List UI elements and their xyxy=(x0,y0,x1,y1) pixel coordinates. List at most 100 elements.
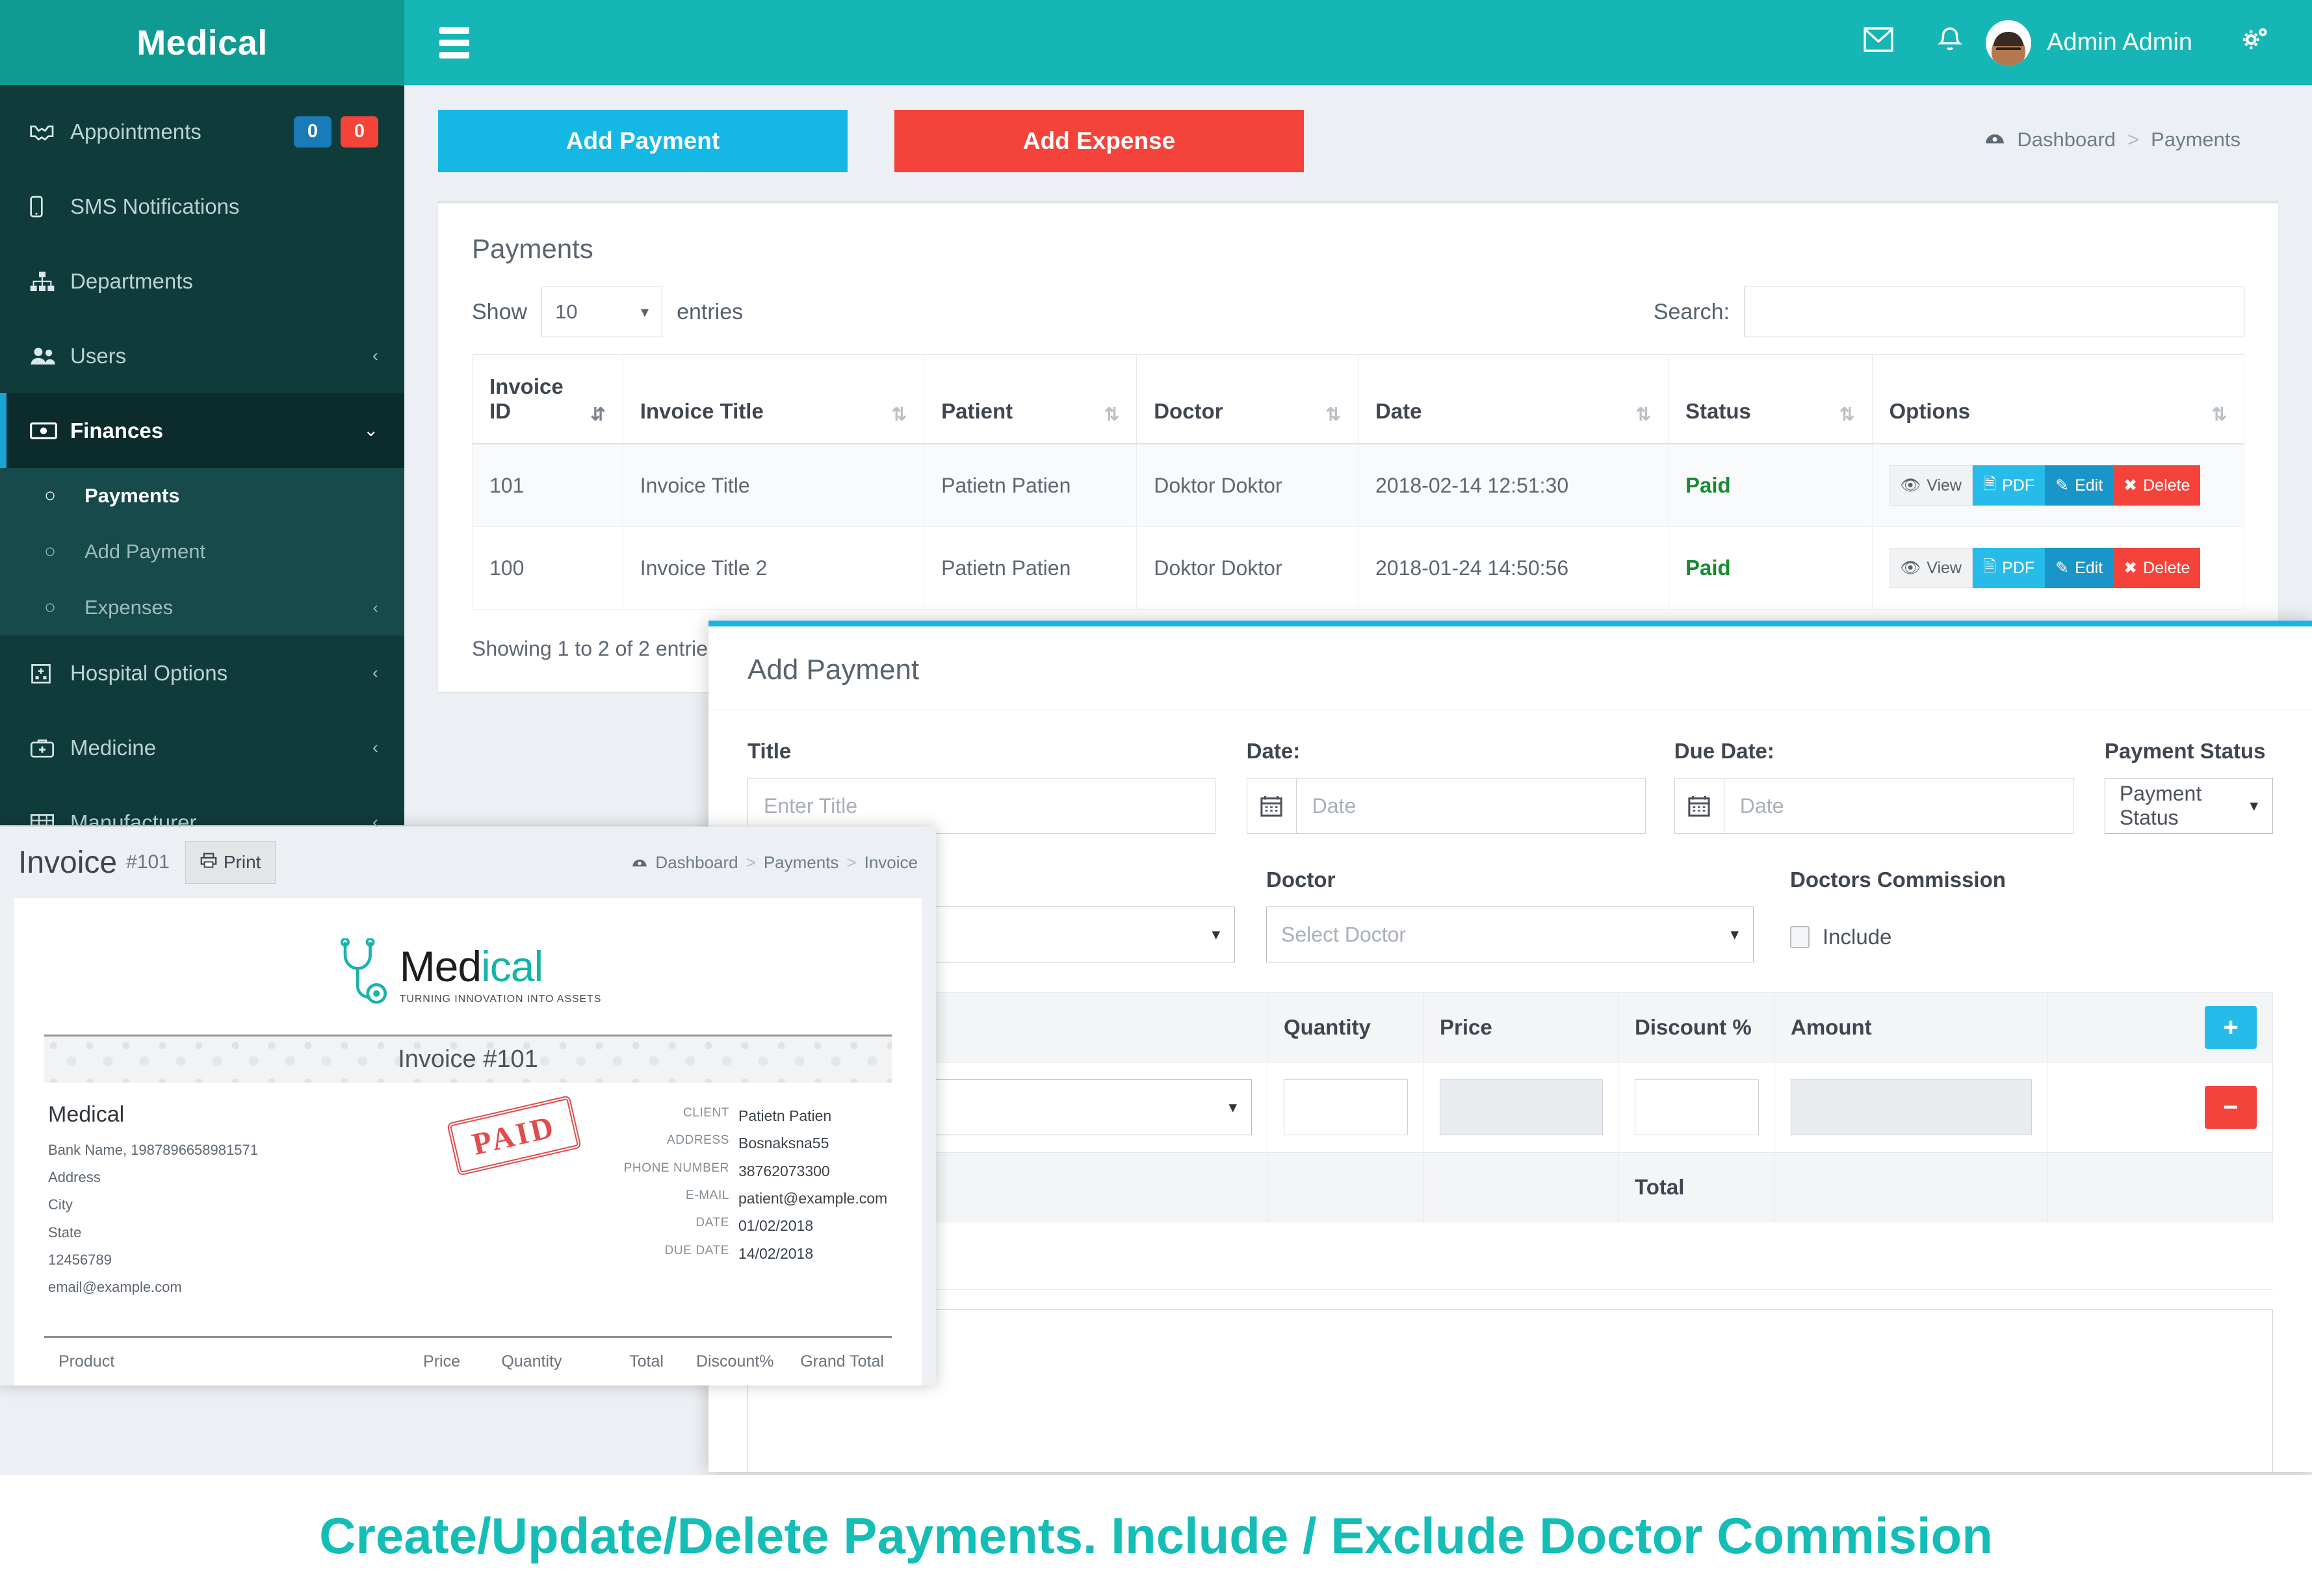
col-invoice-title[interactable]: Invoice Title ⇅ xyxy=(623,355,924,444)
brand-title: Medical xyxy=(136,23,268,63)
status-badge: Paid xyxy=(1685,473,1731,497)
search-input[interactable] xyxy=(1744,287,2244,337)
sidebar-item-hospital-options[interactable]: Hospital Options ‹ xyxy=(0,636,404,710)
detail-row: ADDRESSBosnaksna55 xyxy=(603,1129,888,1157)
logo-text-main: Med xyxy=(400,942,481,990)
users-icon xyxy=(30,346,70,366)
items-footer-row: Total xyxy=(748,1153,2272,1222)
sidebar-subitem-label: Expenses xyxy=(84,596,373,619)
hamburger-icon[interactable] xyxy=(439,27,469,58)
edit-button[interactable]: ✎Edit xyxy=(2045,548,2113,588)
sidebar-item-expenses[interactable]: ○ Expenses ‹ xyxy=(0,580,404,636)
sidebar-item-finances[interactable]: Finances ⌄ xyxy=(0,393,404,468)
file-pdf-icon: 🗎 xyxy=(1983,554,1996,582)
due-date-input[interactable]: Date xyxy=(1724,778,2073,834)
col-doctor[interactable]: Doctor ⇅ xyxy=(1137,355,1358,444)
delete-button[interactable]: ✖Delete xyxy=(2113,465,2200,506)
invoice-parties: Medical Bank Name, 1987896658981571 Addr… xyxy=(44,1083,892,1301)
pdf-label: PDF xyxy=(2002,476,2034,495)
invoice-table-header-row: Product Price Quantity Total Discount% G… xyxy=(44,1337,892,1385)
view-button[interactable]: 👁View xyxy=(1890,465,1973,506)
cell-doctor: Doktor Doktor xyxy=(1137,527,1358,610)
detail-key: PHONE NUMBER xyxy=(606,1157,729,1185)
chevron-left-icon: ‹ xyxy=(373,598,378,617)
edit-button[interactable]: ✎Edit xyxy=(2045,465,2113,506)
cell-doctor: Doktor Doktor xyxy=(1137,444,1358,527)
action-button-bar: Add Payment Add Expense Dashboard > Paym… xyxy=(404,85,2312,172)
sidebar-item-add-payment[interactable]: ○ Add Payment xyxy=(0,524,404,580)
items-col-amount: Amount xyxy=(1775,993,2048,1062)
add-expense-button[interactable]: Add Expense xyxy=(894,110,1304,172)
sidebar-item-medicine[interactable]: Medicine ‹ xyxy=(0,710,404,785)
commission-checkbox-row[interactable]: Include xyxy=(1790,925,2006,949)
print-button[interactable]: Print xyxy=(185,841,276,884)
chevron-left-icon: ‹ xyxy=(372,663,378,683)
show-label: Show xyxy=(472,300,527,325)
bell-icon[interactable] xyxy=(1914,26,1986,60)
sidebar-item-payments[interactable]: ○ Payments xyxy=(0,468,404,524)
col-status[interactable]: Status ⇅ xyxy=(1669,355,1872,444)
pdf-button[interactable]: 🗎PDF xyxy=(1973,465,2045,506)
calendar-icon[interactable] xyxy=(1674,778,1724,834)
invoice-crumb-payments[interactable]: Payments xyxy=(764,853,839,873)
delete-button[interactable]: ✖Delete xyxy=(2113,548,2200,588)
add-payment-button[interactable]: Add Payment xyxy=(438,110,848,172)
modal-row-2: ▾ Doctor Select Doctor ▾ Doctors Commiss… xyxy=(747,868,2273,962)
sidebar-item-sms-notifications[interactable]: SMS Notifications xyxy=(0,169,404,244)
breadcrumb-current: Payments xyxy=(2151,128,2241,151)
company-line: City xyxy=(48,1191,426,1218)
items-total-label: Total xyxy=(1619,1153,1775,1222)
item-price-input xyxy=(1440,1079,1603,1135)
col-patient[interactable]: Patient ⇅ xyxy=(924,355,1137,444)
pdf-button[interactable]: 🗎PDF xyxy=(1973,548,2045,588)
title-input[interactable]: Enter Title xyxy=(747,778,1215,834)
checkbox-icon[interactable] xyxy=(1790,926,1810,948)
payment-status-select[interactable]: Payment Status ▾ xyxy=(2105,778,2273,834)
modal-title: Add Payment xyxy=(708,626,2312,710)
col-invoice-id[interactable]: Invoice ID ⇵ xyxy=(473,355,623,444)
circle-icon: ○ xyxy=(44,541,84,563)
sidebar-subitem-label: Add Payment xyxy=(84,540,378,563)
mail-icon[interactable] xyxy=(1843,27,1914,58)
cell-date: 2018-01-24 14:50:56 xyxy=(1358,527,1668,610)
table-row[interactable]: 100 Invoice Title 2 Patietn Patien Dokto… xyxy=(473,527,2244,610)
sidebar-item-departments[interactable]: Departments xyxy=(0,244,404,318)
add-item-row-button[interactable]: + xyxy=(2205,1006,2257,1049)
sort-icon: ⇅ xyxy=(1104,405,1119,424)
sidebar-item-label: Departments xyxy=(70,269,378,294)
entries-label: entries xyxy=(677,300,743,325)
title-label: Title xyxy=(747,739,1215,764)
sidebar-item-users[interactable]: Users ‹ xyxy=(0,318,404,393)
row-actions: 👁View 🗎PDF ✎Edit ✖Delete xyxy=(1890,548,2201,588)
date-input[interactable]: Date xyxy=(1296,778,1646,834)
cell-invoice-id: 101 xyxy=(473,444,623,527)
remove-item-row-button[interactable]: − xyxy=(2205,1086,2257,1129)
descriptions-textarea[interactable]: ons xyxy=(747,1309,2273,1472)
invoice-items-table: Quantity Price Discount % Amount + ▾ xyxy=(747,992,2273,1222)
doctor-select[interactable]: Select Doctor ▾ xyxy=(1266,907,1754,962)
items-header-row: Quantity Price Discount % Amount + xyxy=(748,993,2272,1062)
table-row[interactable]: 101 Invoice Title Patietn Patien Doktor … xyxy=(473,444,2244,527)
inv-col-quantity: Quantity xyxy=(468,1337,569,1385)
breadcrumb-dashboard[interactable]: Dashboard xyxy=(2017,128,2116,151)
cell-patient: Patietn Patien xyxy=(924,444,1137,527)
invoice-crumb-dashboard[interactable]: Dashboard xyxy=(655,853,738,873)
doctor-label: Doctor xyxy=(1266,868,1754,892)
invoice-heading: Invoice xyxy=(18,845,117,881)
col-date[interactable]: Date ⇅ xyxy=(1358,355,1668,444)
col-options[interactable]: Options ⇅ xyxy=(1872,355,2244,444)
view-button[interactable]: 👁View xyxy=(1890,548,1973,588)
sidebar-item-appointments[interactable]: Appointments 0 0 xyxy=(0,94,404,169)
cell-options: 👁View 🗎PDF ✎Edit ✖Delete xyxy=(1872,527,2244,610)
invoice-client-details: CLIENTPatietn Patien ADDRESSBosnaksna55 … xyxy=(603,1102,888,1301)
brand-logo[interactable]: Medical xyxy=(0,0,404,85)
avatar[interactable] xyxy=(1986,20,2031,66)
sidebar-item-label: SMS Notifications xyxy=(70,194,378,219)
commission-include-label: Include xyxy=(1823,925,1891,949)
item-quantity-input[interactable] xyxy=(1284,1079,1408,1135)
gear-icon[interactable] xyxy=(2229,26,2281,60)
col-label: Invoice Title xyxy=(640,399,764,424)
item-discount-input[interactable] xyxy=(1635,1079,1759,1135)
entries-per-page-select[interactable]: 10 ▾ xyxy=(541,287,662,337)
calendar-icon[interactable] xyxy=(1247,778,1296,834)
